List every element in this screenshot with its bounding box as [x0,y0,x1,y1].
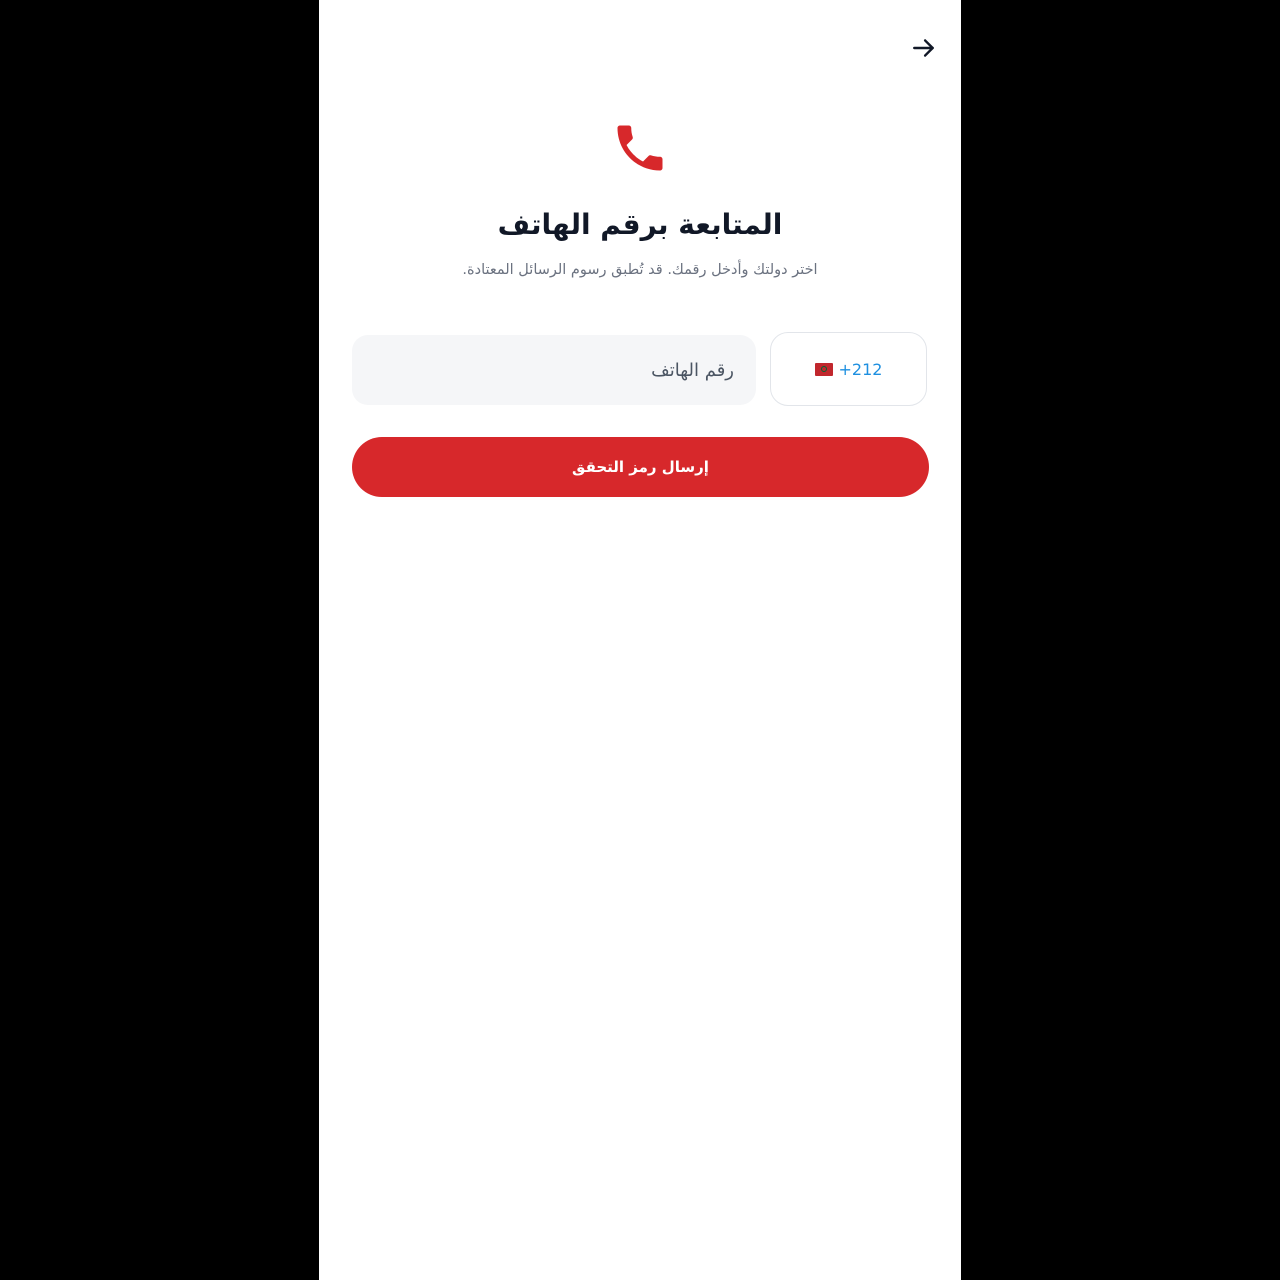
arrow-right-icon [913,39,934,57]
phone-login-screen: المتابعة برقم الهاتف اختر دولتك وأدخل رق… [319,0,961,1280]
send-verification-code-button[interactable]: إرسال رمز التحقق [352,437,929,497]
morocco-flag-icon [814,362,833,376]
country-code-selector[interactable]: +212 [770,332,927,406]
dial-code: +212 [838,359,883,379]
phone-number-input[interactable] [352,335,756,405]
back-button[interactable] [909,33,939,63]
phone-icon [617,125,663,171]
page-title: المتابعة برقم الهاتف [497,208,783,241]
page-subtitle: اختر دولتك وأدخل رقمك. قد تُطبق رسوم الر… [462,262,818,278]
